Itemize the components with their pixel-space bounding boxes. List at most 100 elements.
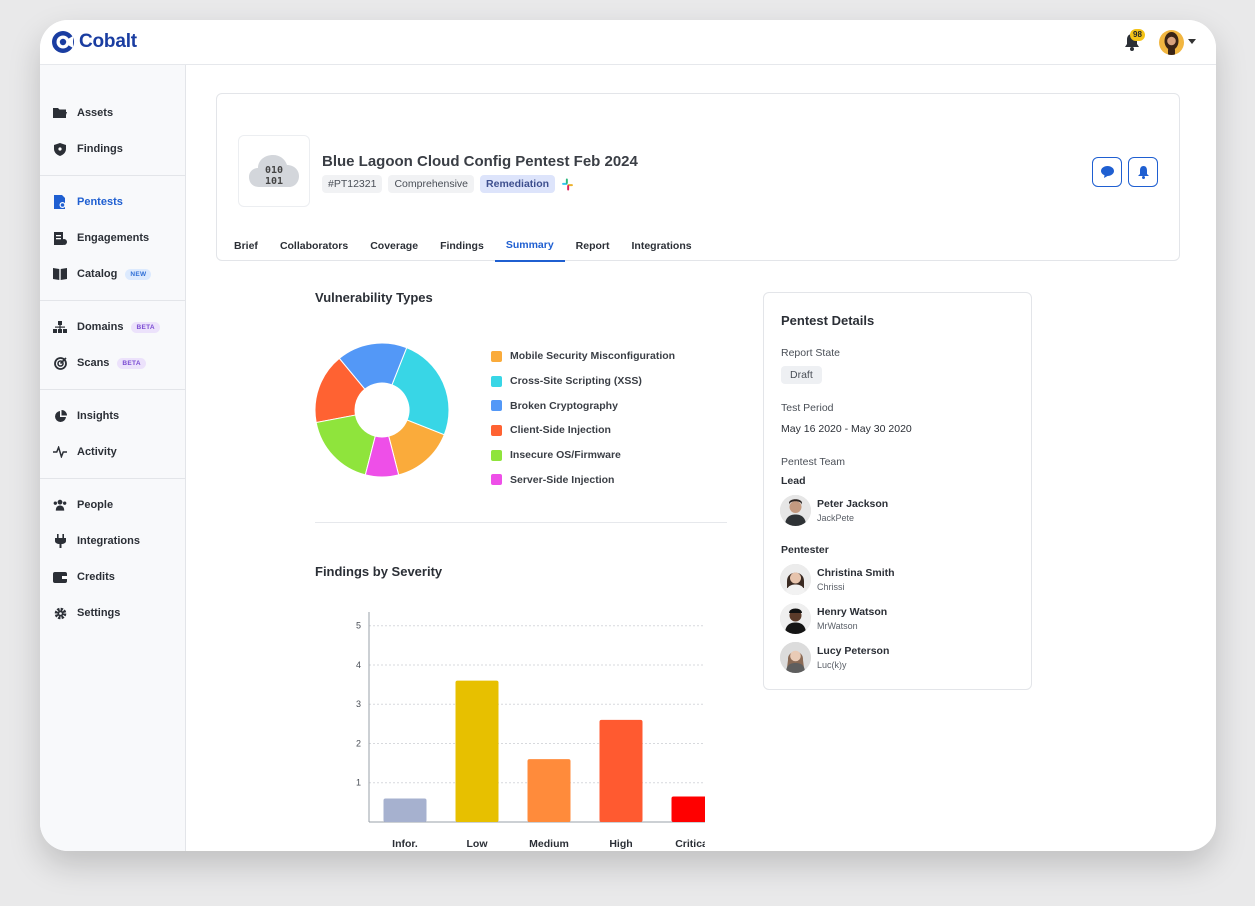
- legend-label: Mobile Security Misconfiguration: [510, 350, 676, 363]
- person-handle: Luc(k)y: [817, 659, 847, 670]
- legend-label: Cross-Site Scripting (XSS): [510, 375, 642, 388]
- nav-group-discovery: Domains BETA Scans BETA: [40, 301, 185, 390]
- sidebar-item-assets[interactable]: Assets: [40, 95, 185, 131]
- legend-item[interactable]: Mobile Security Misconfiguration: [491, 344, 675, 369]
- avatar: [780, 603, 811, 634]
- tab-summary[interactable]: Summary: [494, 230, 565, 262]
- tab-brief[interactable]: Brief: [223, 230, 269, 262]
- sidebar-item-scans[interactable]: Scans BETA: [40, 345, 185, 381]
- sidebar-item-domains[interactable]: Domains BETA: [40, 309, 185, 345]
- pentest-details-title: Pentest Details: [781, 313, 875, 328]
- pentester-person[interactable]: Christina Smith Chrissi: [780, 564, 895, 595]
- legend-item[interactable]: Client-Side Injection: [491, 418, 675, 443]
- tab-collaborators[interactable]: Collaborators: [269, 230, 359, 262]
- beta-tag: BETA: [117, 357, 146, 369]
- legend-label: Insecure OS/Firmware: [510, 449, 621, 462]
- legend-item[interactable]: Broken Cryptography: [491, 393, 675, 418]
- bell-icon: [1137, 165, 1149, 179]
- sidebar-item-label: Assets: [77, 107, 114, 119]
- cloud-binary-icon: 010 101: [249, 155, 299, 187]
- chevron-down-icon[interactable]: [1188, 39, 1196, 44]
- plug-icon: [53, 534, 67, 548]
- pentest-title: Blue Lagoon Cloud Config Pentest Feb 202…: [322, 153, 638, 170]
- person-name: Henry Watson: [817, 605, 888, 618]
- bar[interactable]: [599, 719, 643, 822]
- sidebar-item-label: Domains: [77, 321, 124, 333]
- top-bar: Cobalt 98: [40, 20, 1216, 65]
- engagement-icon: [53, 231, 67, 245]
- person-handle: JackPete: [817, 512, 855, 523]
- tab-report[interactable]: Report: [565, 230, 621, 262]
- sidebar-item-label: Activity: [77, 446, 117, 458]
- lead-person[interactable]: Peter Jackson JackPete: [780, 495, 888, 526]
- bar[interactable]: [383, 798, 427, 822]
- x-tick-label: Medium: [529, 838, 569, 850]
- x-tick-label: High: [609, 838, 632, 850]
- project-icon: 010 101: [238, 135, 310, 207]
- bar[interactable]: [455, 680, 499, 822]
- person-name: Lucy Peterson: [817, 644, 890, 657]
- pentest-state-chip: Remediation: [480, 175, 556, 193]
- shield-icon: [53, 142, 67, 156]
- tab-coverage[interactable]: Coverage: [359, 230, 429, 262]
- sidebar-item-insights[interactable]: Insights: [40, 398, 185, 434]
- report-state-chip: Draft: [781, 366, 822, 384]
- pentester-label: Pentester: [781, 544, 829, 556]
- legend-swatch: [491, 400, 502, 412]
- pentester-person[interactable]: Lucy Peterson Luc(k)y: [780, 642, 889, 673]
- sidebar-item-label: Findings: [77, 143, 123, 155]
- icon-text-top: 010: [265, 165, 283, 176]
- book-icon: [53, 267, 67, 281]
- pulse-icon: [53, 445, 67, 459]
- pentest-tabs: Brief Collaborators Coverage Findings Su…: [223, 230, 703, 262]
- legend-item[interactable]: Insecure OS/Firmware: [491, 443, 675, 468]
- severity-bar-chart: 1 2 3 4 5 Infor. Low Medium High Critical: [356, 612, 706, 850]
- user-avatar[interactable]: [1159, 30, 1184, 55]
- sidebar-item-label: Scans: [77, 357, 110, 369]
- findings-by-severity-title: Findings by Severity: [315, 564, 443, 579]
- sidebar-item-catalog[interactable]: Catalog NEW: [40, 256, 185, 292]
- y-tick-label: 2: [356, 738, 361, 748]
- notify-button[interactable]: [1128, 157, 1158, 187]
- slack-icon[interactable]: [561, 178, 574, 191]
- folder-icon: [53, 106, 67, 120]
- sidebar-item-credits[interactable]: Credits: [40, 559, 185, 595]
- sidebar-item-engagements[interactable]: Engagements: [40, 220, 185, 256]
- legend-swatch: [491, 474, 502, 486]
- nav-group-testing: Pentests Engagements Catalog NEW: [40, 176, 185, 301]
- logo[interactable]: Cobalt: [51, 30, 137, 54]
- sidebar-item-pentests[interactable]: Pentests: [40, 184, 185, 220]
- report-state-label: Report State: [781, 347, 840, 359]
- tab-findings[interactable]: Findings: [429, 230, 495, 262]
- sidebar-item-people[interactable]: People: [40, 487, 185, 523]
- x-tick-label: Critical: [675, 838, 705, 850]
- sidebar-item-findings[interactable]: Findings: [40, 131, 185, 167]
- comment-button[interactable]: [1092, 157, 1122, 187]
- tab-integrations[interactable]: Integrations: [621, 230, 703, 262]
- sidebar-item-integrations[interactable]: Integrations: [40, 523, 185, 559]
- avatar: [780, 642, 811, 673]
- sidebar-item-settings[interactable]: Settings: [40, 595, 185, 631]
- sidebar-item-label: Integrations: [77, 535, 140, 547]
- y-tick-label: 5: [356, 621, 361, 631]
- sidebar-item-activity[interactable]: Activity: [40, 434, 185, 470]
- pentester-person[interactable]: Henry Watson MrWatson: [780, 603, 887, 634]
- bar[interactable]: [671, 796, 706, 822]
- legend-swatch: [491, 449, 502, 461]
- sidebar-item-label: Pentests: [77, 196, 123, 208]
- sidebar-item-label: Catalog: [77, 268, 118, 280]
- legend-item[interactable]: Server-Side Injection: [491, 467, 675, 492]
- wallet-icon: [53, 570, 67, 584]
- nav-group-workspace: Assets Findings: [40, 65, 185, 176]
- vulnerability-legend: Mobile Security Misconfiguration Cross-Si…: [491, 344, 675, 492]
- test-period-label: Test Period: [781, 402, 834, 414]
- pie-chart-icon: [53, 409, 67, 423]
- donut-slice[interactable]: [315, 414, 376, 476]
- person-handle: MrWatson: [817, 620, 858, 631]
- bar[interactable]: [527, 759, 571, 822]
- legend-swatch: [491, 424, 502, 436]
- x-tick-label: Low: [467, 838, 489, 850]
- y-tick-label: 3: [356, 699, 361, 709]
- legend-item[interactable]: Cross-Site Scripting (XSS): [491, 369, 675, 394]
- sidebar-item-label: People: [77, 499, 114, 511]
